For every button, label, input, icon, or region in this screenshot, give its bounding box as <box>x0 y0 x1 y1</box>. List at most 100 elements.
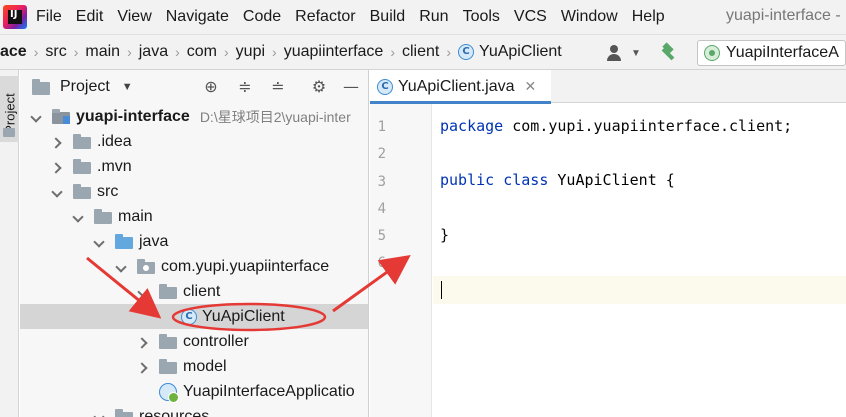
folder-icon <box>73 184 91 199</box>
tree-item-application[interactable]: YuapiInterfaceApplicatio <box>20 379 368 404</box>
menu-navigate[interactable]: Navigate <box>166 8 229 26</box>
text-cursor <box>441 281 442 299</box>
breadcrumb-src[interactable]: src <box>45 43 66 61</box>
run-configuration-label: YuapiInterfaceA <box>725 44 839 61</box>
keyword-package: package <box>440 117 504 135</box>
tree-item-resources[interactable]: resources <box>20 404 368 417</box>
line-number: 4 <box>377 201 386 217</box>
breadcrumb-project[interactable]: ace <box>0 43 27 61</box>
breadcrumb-yuapiclient[interactable]: C YuApiClient <box>458 43 562 61</box>
breadcrumb-separator-icon: › <box>33 44 39 60</box>
tree-item-yuapiclient[interactable]: C YuApiClient <box>20 304 368 329</box>
editor-tab-yuapiclient[interactable]: C YuApiClient.java ✕ <box>370 70 551 104</box>
menu-bar: IJ File Edit View Navigate Code Refactor… <box>0 0 846 34</box>
window-title: yuapi-interface - <box>726 7 841 24</box>
tree-item-path: D:\星球项目2\yuapi-inter <box>199 108 351 125</box>
tree-item-yuapi-interface[interactable]: yuapi-interface D:\星球项目2\yuapi-inter <box>20 104 368 129</box>
tree-item-main[interactable]: main <box>20 204 368 229</box>
class-name: YuApiClient <box>557 171 657 189</box>
menu-view[interactable]: View <box>117 8 151 26</box>
minimize-icon[interactable]: — <box>342 78 360 96</box>
tree-item-client[interactable]: client <box>20 279 368 304</box>
breadcrumb-com[interactable]: com <box>187 43 217 61</box>
user-icon[interactable] <box>607 45 629 61</box>
menu-edit[interactable]: Edit <box>76 8 104 26</box>
folder-icon <box>3 128 15 137</box>
menu-refactor[interactable]: Refactor <box>295 8 355 26</box>
intellij-logo-icon: IJ <box>3 5 27 29</box>
expand-arrow-icon[interactable] <box>115 261 127 273</box>
spring-boot-class-icon <box>159 382 179 403</box>
code-line-1: package com.yupi.yuapiinterface.client; <box>440 117 792 135</box>
tree-item-package[interactable]: com.yupi.yuapiinterface <box>20 254 368 279</box>
gear-icon[interactable]: ⚙ <box>310 78 328 96</box>
tree-item-java[interactable]: java <box>20 229 368 254</box>
module-folder-icon <box>52 109 70 124</box>
line-number: 6 <box>377 255 386 271</box>
collapse-arrow-icon[interactable] <box>51 136 63 148</box>
tree-item-model[interactable]: model <box>20 354 368 379</box>
tree-item-src[interactable]: src <box>20 179 368 204</box>
chevron-down-icon[interactable]: ▼ <box>122 81 133 93</box>
menu-tools[interactable]: Tools <box>463 8 500 26</box>
breadcrumb-separator-icon: › <box>73 44 79 60</box>
menu-code[interactable]: Code <box>243 8 281 26</box>
breadcrumb-separator-icon: › <box>446 44 452 60</box>
menu-help[interactable]: Help <box>632 8 665 26</box>
expand-arrow-icon[interactable] <box>93 236 105 248</box>
tree-item-label: com.yupi.yuapiinterface <box>161 257 330 275</box>
expand-arrow-icon[interactable] <box>51 186 63 198</box>
package-name: com.yupi.yuapiinterface.client; <box>503 117 793 135</box>
menu-build[interactable]: Build <box>370 8 406 26</box>
chevron-down-icon[interactable]: ▼ <box>631 48 641 59</box>
package-icon <box>137 259 155 274</box>
folder-icon <box>159 284 177 299</box>
collapse-all-icon[interactable]: ≐ <box>269 78 287 96</box>
code-line-3: public class YuApiClient { <box>440 171 675 189</box>
keyword-class: class <box>503 171 549 189</box>
project-panel-title[interactable]: Project <box>60 78 110 96</box>
breadcrumb-yupi[interactable]: yupi <box>236 43 265 61</box>
collapse-arrow-icon[interactable] <box>137 336 149 348</box>
java-class-icon: C <box>377 78 393 95</box>
project-panel-header: Project ▼ ⊕ ≑ ≐ ⚙ — <box>20 70 368 104</box>
spring-boot-icon <box>703 45 720 61</box>
expand-arrow-icon[interactable] <box>137 286 149 298</box>
breadcrumb-separator-icon: › <box>224 44 229 60</box>
collapse-arrow-icon[interactable] <box>137 361 149 373</box>
line-number: 5 <box>377 228 386 244</box>
collapse-arrow-icon[interactable] <box>51 161 63 173</box>
tree-item-idea[interactable]: .idea <box>20 129 368 154</box>
breadcrumb-client[interactable]: client <box>402 43 439 61</box>
code-text-area[interactable]: package com.yupi.yuapiinterface.client; … <box>433 104 846 417</box>
breadcrumb-java[interactable]: java <box>139 43 168 61</box>
source-folder-icon <box>115 234 133 249</box>
breadcrumb-yuapiinterface[interactable]: yuapiinterface <box>284 43 384 61</box>
tree-item-label: client <box>183 282 221 300</box>
expand-arrow-icon[interactable] <box>30 111 42 123</box>
run-configuration-select[interactable]: YuapiInterfaceA <box>696 40 846 66</box>
tree-item-label: model <box>183 357 227 375</box>
close-icon[interactable]: ✕ <box>525 79 537 95</box>
breadcrumb-separator-icon: › <box>272 44 277 60</box>
breadcrumb-separator-icon: › <box>127 44 132 60</box>
resources-folder-icon <box>115 409 133 417</box>
open-brace: { <box>656 171 675 189</box>
menu-vcs[interactable]: VCS <box>514 8 547 26</box>
editor-tab-bar: C YuApiClient.java ✕ <box>370 70 846 104</box>
menu-window[interactable]: Window <box>561 8 618 26</box>
keyword-public: public <box>440 171 495 189</box>
expand-arrow-icon[interactable] <box>93 411 105 417</box>
menu-file[interactable]: File <box>36 8 62 26</box>
breadcrumb-main[interactable]: main <box>85 43 120 61</box>
tree-item-mvn[interactable]: .mvn <box>20 154 368 179</box>
line-number: 3 <box>377 174 386 190</box>
locate-target-icon[interactable]: ⊕ <box>202 78 220 96</box>
tree-item-label: .idea <box>97 132 132 150</box>
menu-run[interactable]: Run <box>419 8 448 26</box>
folder-icon <box>73 159 91 174</box>
tree-item-controller[interactable]: controller <box>20 329 368 354</box>
build-hammer-icon[interactable] <box>659 44 679 62</box>
expand-all-icon[interactable]: ≑ <box>236 78 254 96</box>
expand-arrow-icon[interactable] <box>72 211 84 223</box>
